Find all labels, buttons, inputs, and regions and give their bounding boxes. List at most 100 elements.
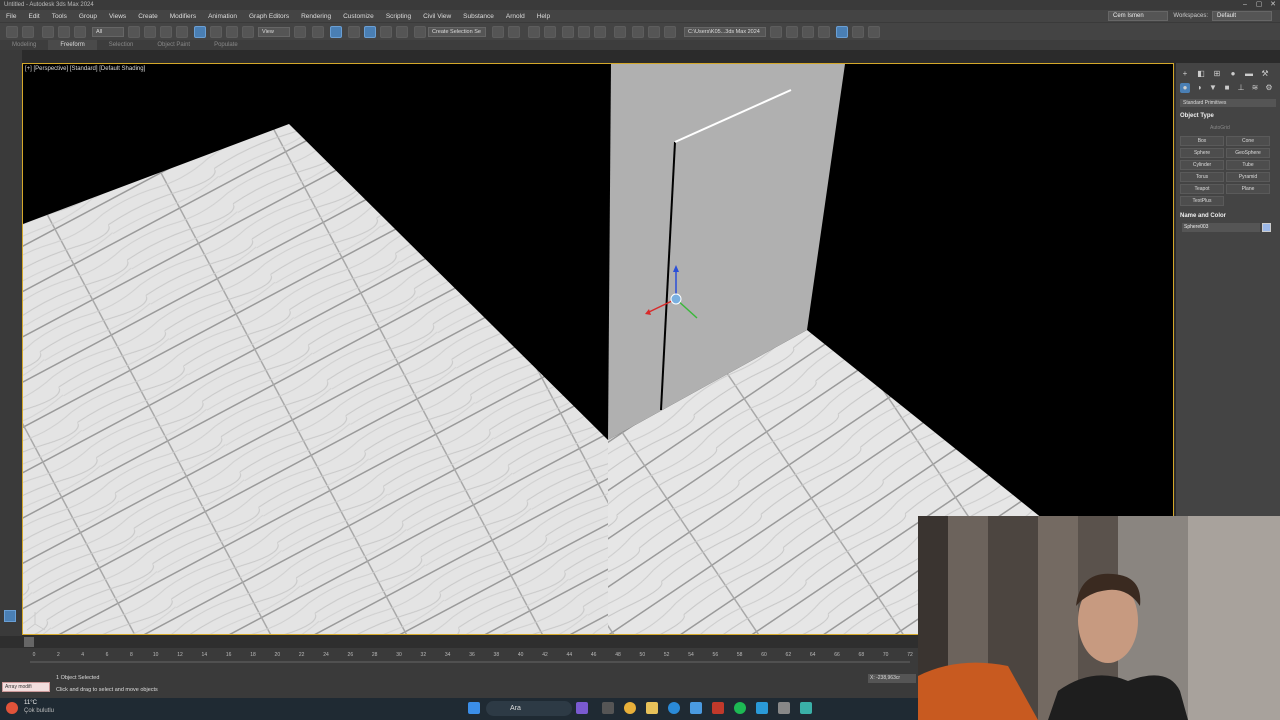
time-slider[interactable] bbox=[0, 636, 920, 648]
hierarchy-tab-icon[interactable]: ⊞ bbox=[1212, 69, 1222, 79]
menu-rendering[interactable]: Rendering bbox=[295, 13, 337, 20]
open-file-icon[interactable] bbox=[770, 26, 782, 38]
menu-group[interactable]: Group bbox=[73, 13, 103, 20]
create-tab-icon[interactable]: + bbox=[1180, 69, 1190, 79]
selection-region-icon[interactable] bbox=[160, 26, 172, 38]
teapot-button[interactable]: Teapot bbox=[1180, 184, 1224, 194]
menu-graph-editors[interactable]: Graph Editors bbox=[243, 13, 295, 20]
spinner-snap-icon[interactable] bbox=[396, 26, 408, 38]
render-production-icon[interactable] bbox=[664, 26, 676, 38]
menu-animation[interactable]: Animation bbox=[202, 13, 243, 20]
unlink-icon[interactable] bbox=[58, 26, 70, 38]
menu-tools[interactable]: Tools bbox=[46, 13, 73, 20]
tab-freeform[interactable]: Freeform bbox=[48, 40, 97, 50]
chrome-icon[interactable] bbox=[624, 702, 636, 714]
keyboard-shortcut-override-icon[interactable] bbox=[330, 26, 342, 38]
keyboard-icon[interactable] bbox=[852, 26, 864, 38]
undo-icon[interactable] bbox=[6, 26, 18, 38]
systems-icon[interactable]: ⚙ bbox=[1264, 83, 1274, 93]
autogrid-checkbox[interactable]: AutoGrid bbox=[1210, 125, 1230, 131]
motion-tab-icon[interactable]: ● bbox=[1228, 69, 1238, 79]
maxscript-listener-field[interactable]: Array modifi bbox=[2, 682, 50, 692]
modify-tab-icon[interactable]: ◧ bbox=[1196, 69, 1206, 79]
copilot-icon[interactable] bbox=[576, 702, 588, 714]
start-icon[interactable] bbox=[468, 702, 480, 714]
menu-customize[interactable]: Customize bbox=[337, 13, 380, 20]
cone-button[interactable]: Cone bbox=[1226, 136, 1270, 146]
material-editor-icon[interactable] bbox=[614, 26, 626, 38]
select-move-icon[interactable] bbox=[194, 26, 206, 38]
cameras-icon[interactable]: ■ bbox=[1222, 83, 1232, 93]
geosphere-button[interactable]: GeoSphere bbox=[1226, 148, 1270, 158]
select-manipulate-icon[interactable] bbox=[312, 26, 324, 38]
geometry-icon[interactable]: ● bbox=[1180, 83, 1190, 93]
link-icon[interactable] bbox=[42, 26, 54, 38]
taskbar-search[interactable]: Ara bbox=[486, 701, 572, 716]
helpers-icon[interactable]: ⊥ bbox=[1236, 83, 1246, 93]
close-icon[interactable]: ✕ bbox=[1266, 0, 1280, 10]
viewport-layout-icon[interactable] bbox=[836, 26, 848, 38]
viewport-layout-tab-icon[interactable] bbox=[4, 610, 16, 622]
shapes-icon[interactable]: ◑ bbox=[1194, 83, 1204, 93]
file-explorer-icon[interactable] bbox=[646, 702, 658, 714]
menu-file[interactable]: File bbox=[0, 13, 22, 20]
tab-selection[interactable]: Selection bbox=[97, 40, 146, 50]
object-color-swatch[interactable] bbox=[1262, 223, 1271, 232]
layer-explorer-icon[interactable] bbox=[544, 26, 556, 38]
snaps-toggle-icon[interactable] bbox=[348, 26, 360, 38]
bind-space-warp-icon[interactable] bbox=[74, 26, 86, 38]
curve-editor-icon[interactable] bbox=[578, 26, 590, 38]
mirror-icon[interactable] bbox=[492, 26, 504, 38]
rendered-frame-window-icon[interactable] bbox=[648, 26, 660, 38]
select-rotate-icon[interactable] bbox=[210, 26, 222, 38]
menu-edit[interactable]: Edit bbox=[22, 13, 45, 20]
menu-substance[interactable]: Substance bbox=[457, 13, 500, 20]
minimize-icon[interactable]: – bbox=[1238, 0, 1252, 10]
maximize-icon[interactable]: ▢ bbox=[1252, 0, 1266, 10]
spotify-icon[interactable] bbox=[734, 702, 746, 714]
menu-modifiers[interactable]: Modifiers bbox=[164, 13, 202, 20]
select-by-name-icon[interactable] bbox=[144, 26, 156, 38]
plane-button[interactable]: Plane bbox=[1226, 184, 1270, 194]
menu-arnold[interactable]: Arnold bbox=[500, 13, 531, 20]
edit-named-selection-icon[interactable] bbox=[414, 26, 426, 38]
display-tab-icon[interactable]: ▬ bbox=[1244, 69, 1254, 79]
lights-icon[interactable]: ▼ bbox=[1208, 83, 1218, 93]
window-crossing-icon[interactable] bbox=[176, 26, 188, 38]
torus-button[interactable]: Torus bbox=[1180, 172, 1224, 182]
track-bar[interactable] bbox=[0, 648, 920, 670]
tab-object-paint[interactable]: Object Paint bbox=[145, 40, 202, 50]
menu-scripting[interactable]: Scripting bbox=[380, 13, 417, 20]
reference-coordinate-dropdown[interactable]: View bbox=[258, 27, 290, 37]
telegram-icon[interactable] bbox=[756, 702, 768, 714]
viewport-label[interactable]: [+] [Perspective] [Standard] [Default Sh… bbox=[25, 66, 145, 72]
percent-snap-icon[interactable] bbox=[380, 26, 392, 38]
scene-explorer-icon[interactable] bbox=[528, 26, 540, 38]
time-slider-knob[interactable] bbox=[24, 637, 34, 647]
select-scale-icon[interactable] bbox=[226, 26, 238, 38]
settings-icon[interactable] bbox=[778, 702, 790, 714]
named-selection-dropdown[interactable]: Create Selection Se bbox=[428, 27, 486, 37]
select-object-icon[interactable] bbox=[128, 26, 140, 38]
angle-snap-icon[interactable] bbox=[364, 26, 376, 38]
project-icon[interactable] bbox=[802, 26, 814, 38]
x-coordinate-field[interactable]: X: -238,963cr bbox=[868, 674, 916, 683]
sync-icon[interactable] bbox=[868, 26, 880, 38]
space-warps-icon[interactable]: ≋ bbox=[1250, 83, 1260, 93]
tube-button[interactable]: Tube bbox=[1226, 160, 1270, 170]
pivot-center-icon[interactable] bbox=[294, 26, 306, 38]
toggle-ribbon-icon[interactable] bbox=[562, 26, 574, 38]
project-folder-dropdown[interactable]: C:\Users\K05...3ds Max 2024 bbox=[684, 27, 766, 37]
menu-views[interactable]: Views bbox=[103, 13, 132, 20]
render-setup-icon[interactable] bbox=[632, 26, 644, 38]
task-view-icon[interactable] bbox=[602, 702, 614, 714]
utilities-tab-icon[interactable]: ⚒ bbox=[1260, 69, 1270, 79]
cylinder-button[interactable]: Cylinder bbox=[1180, 160, 1224, 170]
tab-populate[interactable]: Populate bbox=[202, 40, 250, 50]
tab-modeling[interactable]: Modeling bbox=[0, 40, 48, 50]
screen-recorder-icon[interactable] bbox=[712, 702, 724, 714]
user-account-dropdown[interactable]: Cem Ismen bbox=[1108, 11, 1168, 21]
schematic-view-icon[interactable] bbox=[594, 26, 606, 38]
sphere-button[interactable]: Sphere bbox=[1180, 148, 1224, 158]
select-place-icon[interactable] bbox=[242, 26, 254, 38]
